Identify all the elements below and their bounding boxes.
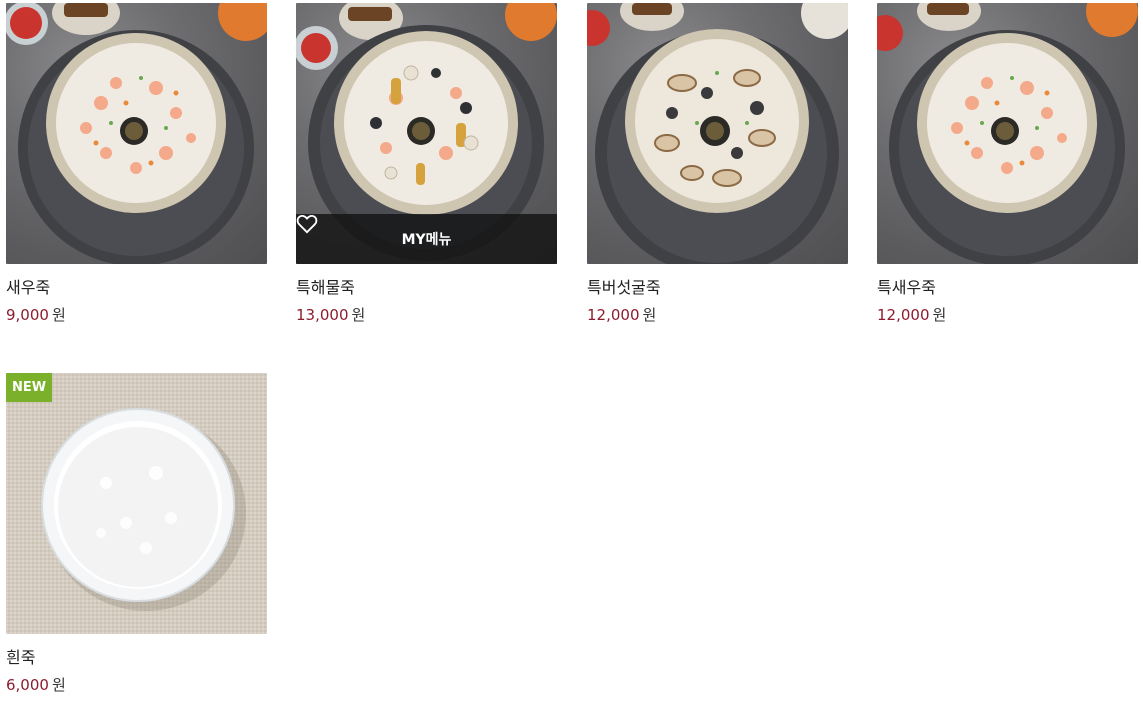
price-value: 12,000 [877,306,930,324]
price-currency: 원 [642,306,657,324]
price-value: 12,000 [587,306,640,324]
price-currency: 원 [351,306,366,324]
price-currency: 원 [51,306,66,324]
menu-item-price: 12,000 원 [877,305,1138,325]
menu-card[interactable]: 특새우죽 12,000 원 [877,3,1138,325]
price-value: 13,000 [296,306,349,324]
menu-card[interactable]: MY메뉴 특해물죽 13,000 원 [296,3,557,325]
menu-card[interactable]: NEW 흰죽 6,000 원 [6,373,267,695]
plain-porridge-illustration [41,408,246,611]
menu-grid: 새우죽 9,000 원 MY메뉴 특해물죽 13,000 원 특버섯굴죽 12,… [0,0,1143,702]
menu-item-name[interactable]: 흰죽 [6,647,267,669]
my-menu-label[interactable]: MY메뉴 [402,229,452,249]
menu-image-shrimp-porridge[interactable] [6,3,267,264]
menu-item-name[interactable]: 특버섯굴죽 [587,277,848,299]
menu-item-name[interactable]: 특해물죽 [296,277,557,299]
my-menu-overlay[interactable]: MY메뉴 [296,214,557,264]
menu-image-seafood-porridge[interactable]: MY메뉴 [296,3,557,264]
menu-item-name[interactable]: 새우죽 [6,277,267,299]
menu-item-price: 6,000 원 [6,675,267,695]
mushroom-oyster-porridge-illustration [587,3,848,264]
special-shrimp-porridge-illustration [877,3,1138,264]
menu-card[interactable]: 특버섯굴죽 12,000 원 [587,3,848,325]
price-currency: 원 [51,676,66,694]
new-badge: NEW [6,373,52,402]
menu-card[interactable]: 새우죽 9,000 원 [6,3,267,325]
menu-image-plain-porridge[interactable]: NEW [6,373,267,634]
price-currency: 원 [932,306,947,324]
menu-image-mushroom-oyster-porridge[interactable] [587,3,848,264]
shrimp-porridge-illustration [6,3,267,264]
price-value: 9,000 [6,306,49,324]
price-value: 6,000 [6,676,49,694]
heart-outline-icon[interactable] [296,214,318,234]
menu-image-special-shrimp-porridge[interactable] [877,3,1138,264]
menu-item-price: 13,000 원 [296,305,557,325]
menu-item-price: 12,000 원 [587,305,848,325]
menu-item-price: 9,000 원 [6,305,267,325]
menu-item-name[interactable]: 특새우죽 [877,277,1138,299]
